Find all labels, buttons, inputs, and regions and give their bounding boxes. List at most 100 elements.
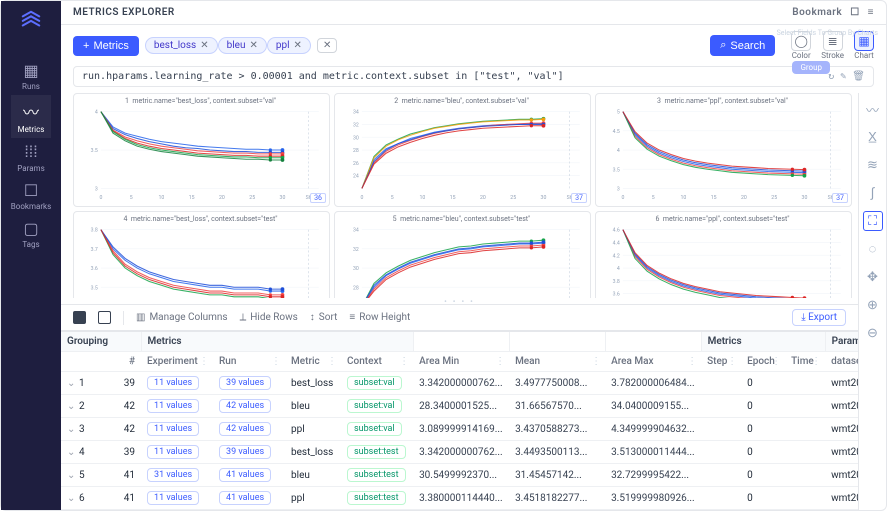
col-experiment[interactable]: Experiment⋮	[141, 352, 213, 372]
context-chip[interactable]: subset:test	[347, 445, 406, 459]
col-step[interactable]: Step⋮	[701, 352, 741, 372]
experiment-chip[interactable]: 11 values	[147, 445, 199, 459]
sort-button[interactable]: ↕ Sort	[310, 312, 338, 323]
bookmark-icon[interactable]: ☐	[850, 7, 859, 18]
col-menu-icon[interactable]: ⋮	[727, 356, 737, 367]
table-row[interactable]: ⌄3 42 11 values 42 values ppl subset:val…	[61, 418, 858, 441]
col-time[interactable]: Time⋮	[785, 352, 825, 372]
table-row[interactable]: ⌄1 39 11 values 39 values best_loss subs…	[61, 372, 858, 395]
nav-tags[interactable]: ▢Tags	[11, 215, 51, 253]
col-areamax[interactable]: Area Max⋮	[605, 352, 701, 372]
run-chip[interactable]: 42 values	[219, 422, 271, 436]
nav-runs[interactable]: ▦Runs	[11, 57, 51, 95]
remove-pill-icon[interactable]: ✕	[294, 40, 302, 51]
col-menu-icon[interactable]: ⋮	[399, 356, 409, 367]
col-menu-icon[interactable]: ⋮	[687, 356, 697, 367]
metric-pill-bleu[interactable]: bleu✕	[218, 37, 267, 54]
experiment-chip[interactable]: 11 values	[147, 422, 199, 436]
col-menu-icon[interactable]: ⋮	[811, 356, 821, 367]
tool-chart[interactable]: ▦Chart	[854, 31, 874, 60]
clear-pills-button[interactable]: ✕	[317, 38, 337, 53]
experiment-chip[interactable]: 11 values	[147, 399, 199, 413]
tool-color[interactable]: ◯Color	[791, 31, 811, 60]
context-chip[interactable]: subset:test	[347, 468, 406, 482]
col-datasetname[interactable]: dataset.name⋮	[825, 352, 858, 372]
add-metrics-button[interactable]: + Metrics	[73, 36, 139, 56]
tool-stroke[interactable]: ≣Stroke	[821, 31, 844, 60]
run-chip[interactable]: 42 values	[219, 399, 271, 413]
col-menu-icon[interactable]: ⋮	[199, 356, 209, 367]
chart-5[interactable]: 5 metric.name="bleu", context.subset="te…	[334, 211, 591, 298]
nav-params[interactable]: ⁞⁞⁞Params	[11, 138, 51, 177]
menu-icon[interactable]: ≡	[868, 7, 874, 18]
aggregate-icon[interactable]: ≋	[863, 155, 883, 175]
expand-row-icon[interactable]: ⌄	[67, 378, 76, 389]
crop-icon[interactable]: ◌	[863, 239, 883, 259]
experiment-chip[interactable]: 11 values	[147, 491, 199, 505]
edit-icon[interactable]: ✎	[840, 71, 846, 82]
refresh-icon[interactable]: ↻	[828, 71, 834, 82]
trend-icon[interactable]: 〰	[863, 99, 883, 119]
chart-2[interactable]: 2 metric.name="bleu", context.subset="va…	[334, 93, 591, 207]
export-button[interactable]: ⤓ Export	[792, 309, 846, 326]
chart-6[interactable]: 6 metric.name="ppl", context.subset="tes…	[595, 211, 852, 298]
col-context[interactable]: Context⋮	[341, 352, 413, 372]
remove-pill-icon[interactable]: ✕	[249, 40, 257, 51]
context-chip[interactable]: subset:test	[347, 491, 406, 505]
zoom-in-icon[interactable]: ⊕	[863, 295, 883, 315]
remove-pill-icon[interactable]: ✕	[200, 40, 208, 51]
col-menu-icon[interactable]: ⋮	[495, 356, 505, 367]
run-chip[interactable]: 39 values	[219, 445, 271, 459]
table-row[interactable]: ⌄2 42 11 values 42 values bleu subset:va…	[61, 395, 858, 418]
expand-row-icon[interactable]: ⌄	[67, 493, 76, 504]
context-chip[interactable]: subset:val	[347, 422, 402, 436]
col-epoch[interactable]: Epoch⋮	[741, 352, 785, 372]
delete-icon[interactable]: 🗑	[852, 71, 865, 82]
col-menu-icon[interactable]: ⋮	[591, 356, 601, 367]
chart-3[interactable]: 3 metric.name="ppl", context.subset="val…	[595, 93, 852, 207]
metric-pill-best_loss[interactable]: best_loss✕	[145, 37, 218, 54]
axis-icon[interactable]: X̲	[863, 127, 883, 147]
manage-columns-button[interactable]: ▥ Manage Columns	[136, 312, 228, 323]
col-areamin[interactable]: Area Min⋮	[413, 352, 509, 372]
row-height-button[interactable]: ≡ Row Height	[349, 312, 410, 323]
table-row[interactable]: ⌄6 41 11 values 41 values ppl subset:tes…	[61, 487, 858, 510]
experiment-chip[interactable]: 11 values	[147, 376, 199, 390]
search-button[interactable]: ⌕ Search	[710, 35, 775, 56]
table-row[interactable]: ⌄4 39 11 values 39 values best_loss subs…	[61, 441, 858, 464]
col-menu-icon[interactable]: ⋮	[771, 356, 781, 367]
col-[interactable]: #⋮	[113, 352, 141, 372]
col-menu-icon[interactable]: ⋮	[127, 356, 137, 367]
col-menu-icon[interactable]: ⋮	[327, 356, 337, 367]
col-run[interactable]: Run⋮	[213, 352, 285, 372]
col-metric[interactable]: Metric⋮	[285, 352, 341, 372]
expand-row-icon[interactable]: ⌄	[67, 424, 76, 435]
metric-pill-ppl[interactable]: ppl✕	[267, 37, 311, 54]
nav-metrics[interactable]: 〰Metrics	[11, 95, 51, 138]
expand-row-icon[interactable]: ⌄	[67, 470, 76, 481]
expand-row-icon[interactable]: ⌄	[67, 401, 76, 412]
table-row[interactable]: ⌄5 41 31 values 41 values bleu subset:te…	[61, 464, 858, 487]
col-mean[interactable]: Mean⋮	[509, 352, 605, 372]
chart-4[interactable]: 4 metric.name="best_loss", context.subse…	[73, 211, 330, 298]
expand-row-icon[interactable]: ⌄	[67, 447, 76, 458]
view-card-icon[interactable]	[73, 311, 86, 324]
nav-bookmarks[interactable]: ☐Bookmarks	[11, 177, 51, 215]
view-list-icon[interactable]	[98, 311, 111, 324]
expand-icon[interactable]: ⛶	[863, 211, 883, 231]
context-chip[interactable]: subset:val	[347, 399, 402, 413]
chart-count-badge: 37	[832, 193, 848, 203]
context-chip[interactable]: subset:val	[347, 376, 402, 390]
move-icon[interactable]: ✥	[863, 267, 883, 287]
chart-1[interactable]: 1 metric.name="best_loss", context.subse…	[73, 93, 330, 207]
zoom-out-icon[interactable]: ⊖	[863, 323, 883, 343]
run-chip[interactable]: 39 values	[219, 376, 271, 390]
query-bar[interactable]: run.hparams.learning_rate > 0.00001 and …	[73, 66, 874, 87]
bookmark-link[interactable]: Bookmark	[792, 7, 842, 18]
experiment-chip[interactable]: 31 values	[147, 468, 199, 482]
smoothing-icon[interactable]: ∫	[863, 183, 883, 203]
run-chip[interactable]: 41 values	[219, 491, 271, 505]
hide-rows-button[interactable]: ⟂ Hide Rows	[240, 312, 298, 323]
run-chip[interactable]: 41 values	[219, 468, 271, 482]
col-menu-icon[interactable]: ⋮	[271, 356, 281, 367]
